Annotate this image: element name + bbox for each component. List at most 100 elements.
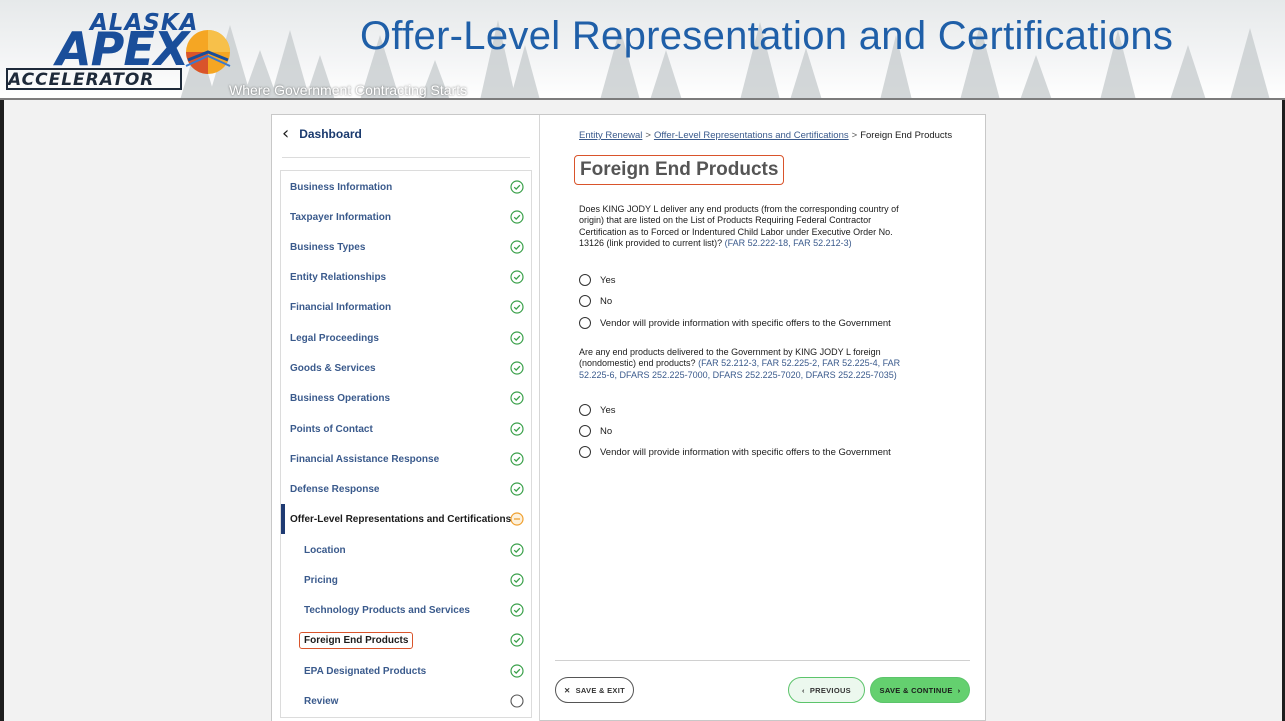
check-circle-icon <box>510 664 524 678</box>
sidebar-item-defense-response[interactable]: Defense Response <box>281 474 531 504</box>
q1-option-yes[interactable]: Yes <box>579 274 616 286</box>
sidebar-item-label: EPA Designated Products <box>304 665 427 677</box>
save-continue-button[interactable]: SAVE & CONTINUE › <box>870 677 970 703</box>
sidebar-item-label: Foreign End Products <box>299 631 414 649</box>
sidebar-item-foreign-end-products[interactable]: Foreign End Products <box>281 625 531 655</box>
sidebar-item-offer-level-reps-certs[interactable]: Offer-Level Representations and Certific… <box>281 504 531 534</box>
option-label: Vendor will provide information with spe… <box>600 446 891 458</box>
sidebar-item-legal-proceedings[interactable]: Legal Proceedings <box>281 323 531 353</box>
chevron-right-icon: › <box>957 685 961 695</box>
sam-form-screenshot: ‹ Dashboard Business Information Taxpaye… <box>271 114 986 721</box>
check-circle-icon <box>510 361 524 375</box>
close-icon: ✕ <box>563 685 571 695</box>
check-circle-icon <box>510 603 524 617</box>
sidebar-item-financial-assistance-response[interactable]: Financial Assistance Response <box>281 444 531 474</box>
radio-button[interactable] <box>579 425 591 437</box>
sidebar-divider <box>282 157 530 158</box>
option-label: Yes <box>600 404 616 416</box>
previous-button[interactable]: ‹ PREVIOUS <box>788 677 865 703</box>
sidebar: ‹ Dashboard Business Information Taxpaye… <box>272 115 540 721</box>
radio-button[interactable] <box>579 274 591 286</box>
logo-accelerator-text: ACCELERATOR <box>8 70 155 90</box>
main-content: Entity Renewal > Offer-Level Representatio… <box>540 115 985 721</box>
check-circle-icon <box>510 240 524 254</box>
empty-circle-icon <box>510 694 524 708</box>
sidebar-item-label: Pricing <box>304 574 338 586</box>
radio-button[interactable] <box>579 446 591 458</box>
check-circle-icon <box>510 300 524 314</box>
sidebar-item-label: Legal Proceedings <box>290 332 379 344</box>
sidebar-item-epa-designated-products[interactable]: EPA Designated Products <box>281 656 531 686</box>
sidebar-item-location[interactable]: Location <box>281 535 531 565</box>
save-continue-label: SAVE & CONTINUE <box>879 685 953 695</box>
breadcrumb-separator: > <box>645 130 651 141</box>
q1-option-no[interactable]: No <box>579 295 612 307</box>
alaska-apex-logo: ALASKA APEX ACCELERATOR <box>6 10 236 96</box>
option-label: No <box>600 425 613 437</box>
option-label: Yes <box>600 274 616 286</box>
sidebar-item-label: Business Operations <box>290 392 391 404</box>
dashboard-label: Dashboard <box>299 127 362 141</box>
sidebar-item-taxpayer-information[interactable]: Taxpayer Information <box>281 202 531 232</box>
page-title: Foreign End Products <box>574 155 785 185</box>
sidebar-item-label: Financial Information <box>290 301 392 313</box>
radio-button[interactable] <box>579 404 591 416</box>
check-circle-icon <box>510 270 524 284</box>
frame-left-border <box>0 100 4 721</box>
sidebar-item-business-information[interactable]: Business Information <box>281 172 531 202</box>
question-1-refs[interactable]: (FAR 52.222-18, FAR 52.212-3) <box>725 238 852 248</box>
question-1-text: Does KING JODY L deliver any end product… <box>579 204 909 249</box>
radio-button[interactable] <box>579 317 591 329</box>
radio-button[interactable] <box>579 295 591 307</box>
question-2-text: Are any end products delivered to the Go… <box>579 347 909 381</box>
save-exit-button[interactable]: ✕ SAVE & EXIT <box>555 677 634 703</box>
sidebar-item-label: Taxpayer Information <box>290 211 391 223</box>
sun-icon <box>185 30 231 74</box>
sidebar-item-label: Entity Relationships <box>290 271 387 283</box>
q2-option-yes[interactable]: Yes <box>579 404 616 416</box>
chevron-left-icon: ‹ <box>282 123 290 144</box>
check-circle-icon <box>510 422 524 436</box>
sidebar-item-entity-relationships[interactable]: Entity Relationships <box>281 262 531 292</box>
sidebar-item-technology-products[interactable]: Technology Products and Services <box>281 595 531 625</box>
sidebar-item-label: Points of Contact <box>290 423 373 435</box>
breadcrumb-link-entity-renewal[interactable]: Entity Renewal <box>579 130 642 141</box>
sidebar-item-label: Financial Assistance Response <box>290 453 440 465</box>
tagline: Where Government Contracting Starts <box>229 82 468 98</box>
sidebar-item-label: Defense Response <box>290 483 380 495</box>
q2-option-no[interactable]: No <box>579 425 612 437</box>
sidebar-item-business-types[interactable]: Business Types <box>281 232 531 262</box>
q1-option-vendor[interactable]: Vendor will provide information with spe… <box>579 317 891 329</box>
sidebar-item-review[interactable]: Review <box>281 686 531 716</box>
logo-apex-text: APEX <box>56 22 189 76</box>
sidebar-item-goods-services[interactable]: Goods & Services <box>281 353 531 383</box>
check-circle-icon <box>510 573 524 587</box>
sidebar-item-pricing[interactable]: Pricing <box>281 565 531 595</box>
check-circle-icon <box>510 543 524 557</box>
sidebar-item-label: Business Types <box>290 241 366 253</box>
dashboard-link[interactable]: ‹ Dashboard <box>282 125 362 143</box>
sidebar-item-financial-information[interactable]: Financial Information <box>281 292 531 322</box>
sidebar-item-label: Location <box>304 544 346 556</box>
sidebar-item-points-of-contact[interactable]: Points of Contact <box>281 414 531 444</box>
breadcrumb-link-offer-level[interactable]: Offer-Level Representations and Certific… <box>654 130 849 141</box>
in-progress-circle-icon <box>510 512 524 526</box>
q2-option-vendor[interactable]: Vendor will provide information with spe… <box>579 446 891 458</box>
slide-header: ALASKA APEX ACCELERATOR Where Government… <box>0 0 1285 100</box>
sidebar-item-label: Technology Products and Services <box>304 604 470 616</box>
check-circle-icon <box>510 180 524 194</box>
sidebar-item-label: Business Information <box>290 181 393 193</box>
check-circle-icon <box>510 331 524 345</box>
section-list: Business Information Taxpayer Informatio… <box>280 170 532 718</box>
chevron-left-icon: ‹ <box>802 685 805 695</box>
previous-label: PREVIOUS <box>809 685 851 695</box>
breadcrumb: Entity Renewal > Offer-Level Representatio… <box>579 130 952 141</box>
breadcrumb-current: Foreign End Products <box>860 130 953 141</box>
option-label: Vendor will provide information with spe… <box>600 317 891 329</box>
check-circle-icon <box>510 210 524 224</box>
sidebar-item-business-operations[interactable]: Business Operations <box>281 383 531 413</box>
check-circle-icon <box>510 633 524 647</box>
sidebar-item-label: Offer-Level Representations and Certific… <box>290 513 512 525</box>
sidebar-item-label: Goods & Services <box>290 362 376 374</box>
option-label: No <box>600 295 613 307</box>
